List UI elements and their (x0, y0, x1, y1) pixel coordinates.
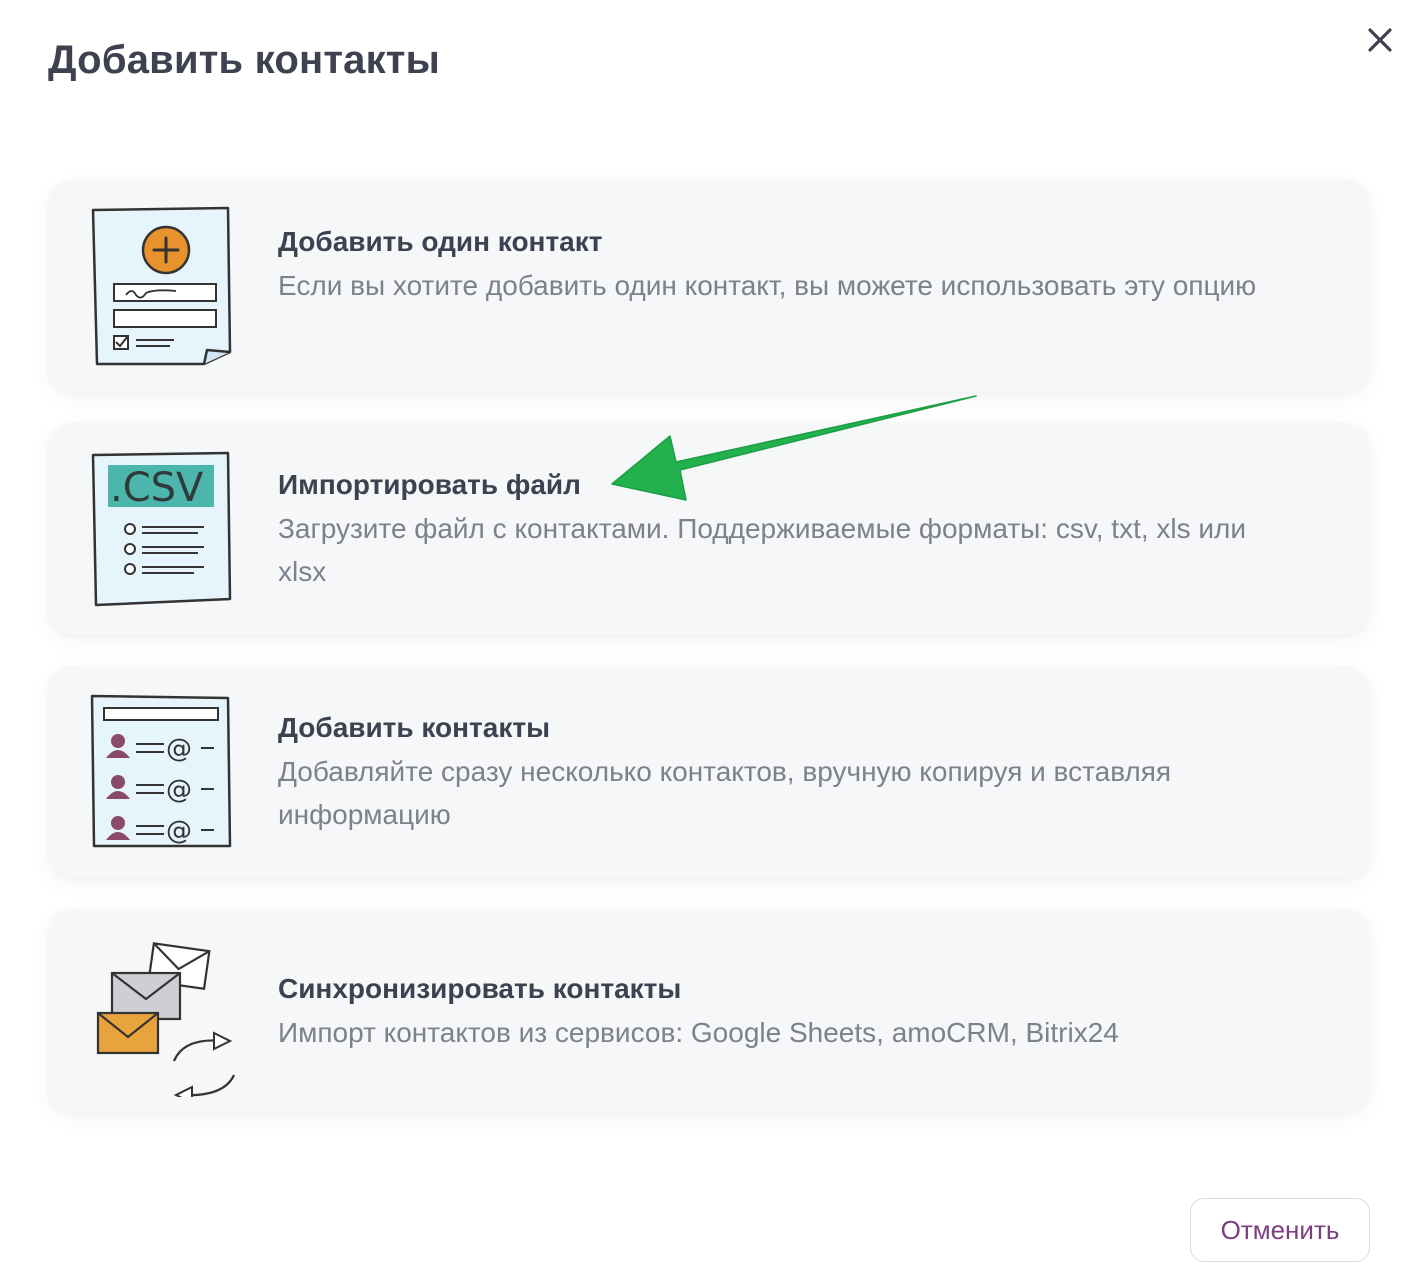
csv-file-icon: .CSV (86, 447, 236, 611)
option-title: Добавить один контакт (278, 226, 603, 257)
close-button[interactable] (1364, 24, 1396, 56)
contact-form-icon (86, 204, 236, 368)
option-description: Если вы хотите добавить один контакт, вы… (278, 270, 1257, 301)
modal-title: Добавить контакты (48, 38, 440, 82)
contact-list-icon: @ @ @ (86, 690, 236, 854)
option-text: Импортировать файл Загрузите файл с конт… (278, 465, 1300, 593)
option-text: Синхронизировать контакты Импорт контакт… (278, 969, 1300, 1054)
at-sign-3: @ (166, 816, 192, 846)
csv-label: .CSV (110, 465, 204, 511)
option-description: Импорт контактов из сервисов: Google She… (278, 1017, 1119, 1048)
add-contacts-modal: Добавить контакты Добавить один контакт … (0, 0, 1408, 1288)
close-icon (1368, 28, 1392, 52)
sync-mail-icon (86, 933, 236, 1105)
option-title: Синхронизировать контакты (278, 973, 682, 1004)
option-text: Добавить один контакт Если вы хотите доб… (278, 222, 1300, 307)
option-add-contacts[interactable]: @ @ @ Добавить контакты Добавляйте сразу… (48, 666, 1370, 878)
at-sign-1: @ (166, 734, 192, 764)
options-list: Добавить один контакт Если вы хотите доб… (48, 180, 1370, 1112)
cancel-button[interactable]: Отменить (1190, 1198, 1370, 1262)
option-import-file[interactable]: .CSV Импортировать файл Загрузите файл с… (48, 423, 1370, 635)
option-description: Загрузите файл с контактами. Поддерживае… (278, 513, 1247, 587)
option-title: Импортировать файл (278, 469, 581, 500)
option-text: Добавить контакты Добавляйте сразу неско… (278, 708, 1300, 836)
at-sign-2: @ (166, 775, 192, 805)
option-description: Добавляйте сразу несколько контактов, вр… (278, 756, 1172, 830)
option-add-single-contact[interactable]: Добавить один контакт Если вы хотите доб… (48, 180, 1370, 392)
option-title: Добавить контакты (278, 712, 550, 743)
option-sync-contacts[interactable]: Синхронизировать контакты Импорт контакт… (48, 909, 1370, 1112)
